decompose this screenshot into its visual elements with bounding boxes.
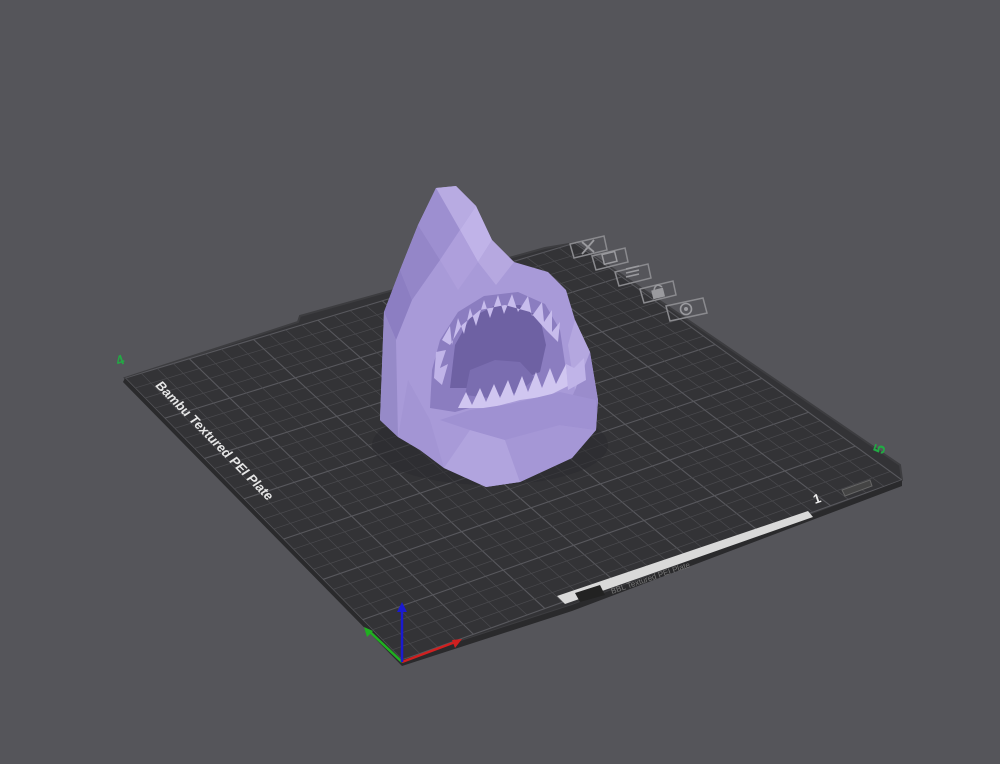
3d-viewport[interactable]: BBL Textured PEI Plate 1 Bambu Textured …	[0, 0, 1000, 764]
corner-label-left: 4	[114, 351, 127, 369]
shark-head-model[interactable]	[372, 186, 608, 487]
